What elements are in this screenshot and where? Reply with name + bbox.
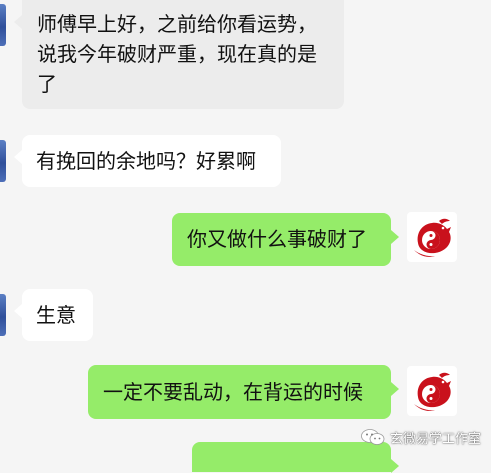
message-text: 生意 [36, 303, 76, 327]
message-text: 说我今年破财严重，现在真的是 [37, 42, 317, 66]
message-bubble-outgoing[interactable]: 一定不要乱动，在背运的时候 [88, 365, 399, 419]
message-text: 一定不要乱动，在背运的时候 [103, 380, 363, 404]
message-text: 师傅早上好，之前给你看运势， [37, 12, 317, 36]
message-bubble-incoming[interactable]: 有挽回的余地吗？好累啊 [14, 135, 281, 187]
user-avatar[interactable] [407, 212, 457, 262]
message-bubble-incoming[interactable]: 生意 [14, 289, 93, 341]
contact-avatar[interactable] [0, 4, 6, 46]
message-text: 有挽回的余地吗？好累啊 [36, 149, 256, 173]
wechat-icon [361, 429, 385, 445]
watermark: 玄微易学工作室 [360, 426, 481, 448]
message-bubble-outgoing[interactable]: 你又做什么事破财了 [172, 213, 399, 266]
chat-view[interactable]: 师傅早上好，之前给你看运势， 说我今年破财严重，现在真的是 了 有挽回的余地吗？… [0, 0, 491, 473]
contact-avatar[interactable] [0, 140, 6, 182]
message-text: 了 [37, 72, 57, 96]
user-avatar[interactable] [407, 366, 457, 416]
contact-avatar[interactable] [0, 294, 6, 336]
message-bubble-incoming[interactable]: 师傅早上好，之前给你看运势， 说我今年破财严重，现在真的是 了 [14, 0, 344, 109]
message-text: 你又做什么事破财了 [187, 227, 367, 251]
watermark-text: 玄微易学工作室 [390, 431, 482, 447]
dragon-taiji-logo-icon [414, 218, 451, 257]
dragon-taiji-logo-icon [414, 372, 451, 411]
